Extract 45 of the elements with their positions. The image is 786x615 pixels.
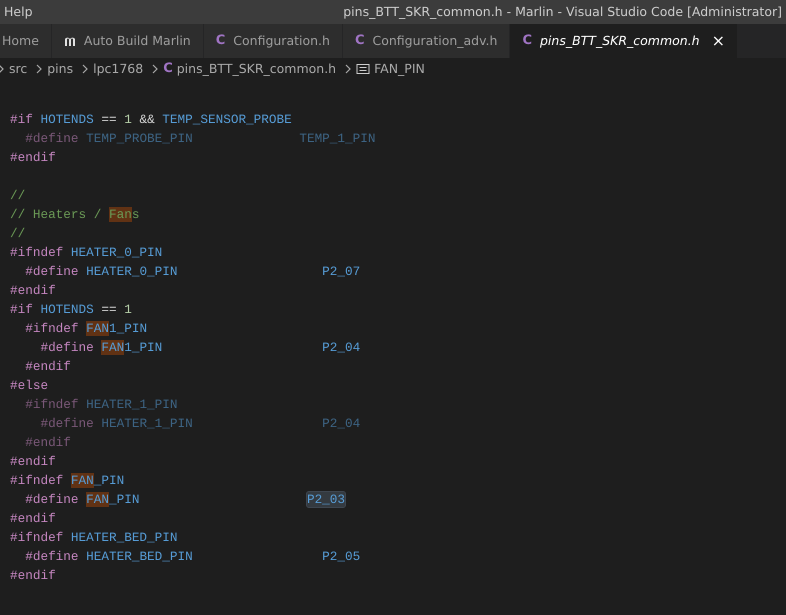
c-file-icon: C (354, 31, 364, 51)
c-file-icon: C (216, 31, 226, 51)
code-line: #define HEATER_BED_PIN P2_05 (24, 548, 362, 566)
code-line: #ifndef HEATER_1_PIN (24, 396, 179, 414)
code-line: #if HOTENDS == 1 (9, 301, 133, 319)
code-line: #else (9, 377, 50, 395)
code-line: #if HOTENDS == 1 && TEMP_SENSOR_PROBE (9, 111, 293, 129)
chevron-icon (151, 64, 160, 74)
code-line: // Heaters / Fans (9, 206, 140, 224)
editor-tab[interactable]: C Configuration_adv.h (342, 24, 510, 58)
breadcrumb-item[interactable]: pins (47, 60, 74, 78)
code-line: #define FAN1_PIN P2_04 (39, 339, 362, 357)
editor-tab[interactable]: Home (0, 24, 52, 58)
c-file-icon: C (163, 59, 173, 79)
code-line: // (9, 187, 26, 205)
editor-tab[interactable]: Auto Build Marlin (52, 24, 204, 58)
breadcrumb-item[interactable]: pins_BTT_SKR_common.h (176, 60, 336, 78)
breadcrumb-item[interactable]: lpc1768 (93, 60, 144, 78)
code-line: #endif (9, 510, 57, 528)
chevron-icon (344, 64, 352, 74)
editor-tab[interactable]: C Configuration.h (204, 24, 343, 58)
code-line: #endif (9, 282, 57, 300)
code-line: #define FAN_PIN P2_03 (24, 491, 346, 509)
code-line: // (9, 225, 26, 243)
code-line: #define HEATER_1_PIN P2_04 (39, 415, 362, 433)
c-file-icon: C (522, 31, 532, 51)
code-line: #ifndef FAN1_PIN (24, 320, 148, 338)
breadcrumb-item[interactable]: FAN_PIN (374, 60, 425, 78)
menu-item[interactable]: Help (4, 2, 32, 22)
code-line: #endif (9, 149, 57, 167)
editor-tab[interactable]: C pins_BTT_SKR_common.h × (510, 24, 738, 58)
code-line: #ifndef HEATER_BED_PIN (9, 529, 179, 547)
code-line: #endif (9, 567, 57, 585)
close-icon[interactable]: × (712, 29, 726, 53)
chevron-icon (35, 64, 44, 74)
code-line: #ifndef FAN_PIN (9, 472, 126, 490)
code-line: #define HEATER_0_PIN P2_07 (24, 263, 362, 281)
code-line: #define TEMP_PROBE_PIN TEMP_1_PIN (24, 130, 376, 148)
code-line: #ifndef HEATER_0_PIN (9, 244, 164, 262)
code-line: #endif (9, 453, 57, 471)
chevron-icon (81, 64, 90, 74)
breadcrumb-item[interactable]: src (9, 60, 28, 78)
code-line: #endif (24, 358, 72, 376)
window-title: pins_BTT_SKR_common.h - Marlin - Visual Studio Code [Administrator] (343, 2, 782, 21)
code-line: #endif (24, 434, 72, 452)
